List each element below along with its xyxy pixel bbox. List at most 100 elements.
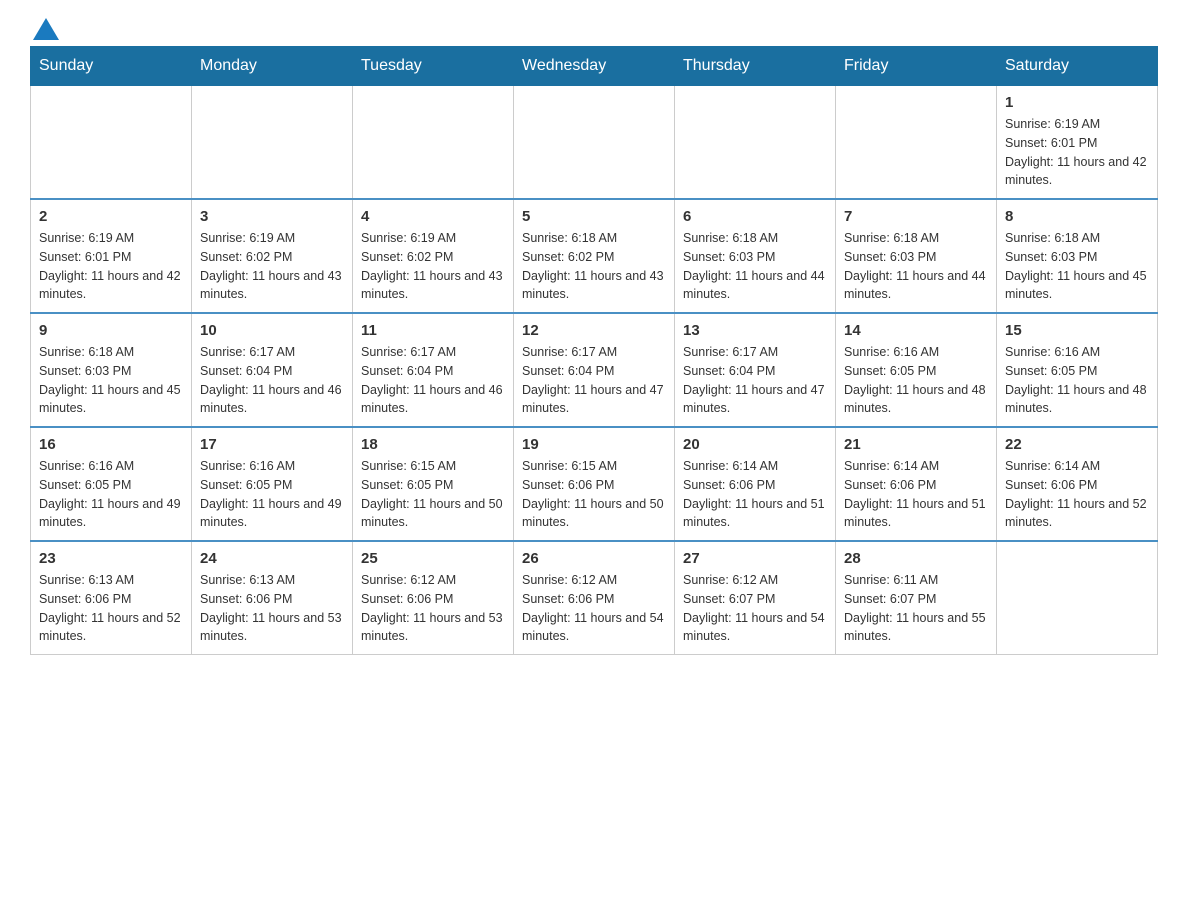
- calendar-day-cell: 1Sunrise: 6:19 AM Sunset: 6:01 PM Daylig…: [997, 86, 1158, 200]
- day-number: 21: [844, 436, 988, 453]
- day-number: 3: [200, 208, 344, 225]
- calendar-day-cell: 7 Sunrise: 6:18 AM Sunset: 6:03 PM Daylig…: [836, 199, 997, 313]
- day-info: Sunrise: 6:12 AM Sunset: 6:06 PM Dayligh…: [522, 571, 666, 646]
- day-number: 8: [1005, 208, 1149, 225]
- calendar-day-cell: 27 Sunrise: 6:12 AM Sunset: 6:07 PM Dayli…: [675, 541, 836, 655]
- calendar-day-cell: 21 Sunrise: 6:14 AM Sunset: 6:06 PM Dayli…: [836, 427, 997, 541]
- day-info: Sunrise: 6:18 AM Sunset: 6:03 PM Dayligh…: [1005, 229, 1149, 304]
- day-info: Sunrise: 6:16 AM Sunset: 6:05 PM Dayligh…: [200, 457, 344, 532]
- day-number: 18: [361, 436, 505, 453]
- day-info: Sunrise: 6:11 AM Sunset: 6:07 PM Dayligh…: [844, 571, 988, 646]
- day-info: Sunrise: 6:16 AM Sunset: 6:05 PM Dayligh…: [844, 343, 988, 418]
- day-info: Sunrise: 6:19 AM Sunset: 6:02 PM Dayligh…: [200, 229, 344, 304]
- day-number: 12: [522, 322, 666, 339]
- day-info: Sunrise: 6:17 AM Sunset: 6:04 PM Dayligh…: [361, 343, 505, 418]
- day-number: 10: [200, 322, 344, 339]
- calendar-day-cell: [353, 86, 514, 200]
- calendar-day-cell: 17 Sunrise: 6:16 AM Sunset: 6:05 PM Dayli…: [192, 427, 353, 541]
- day-number: 19: [522, 436, 666, 453]
- day-number: 22: [1005, 436, 1149, 453]
- calendar-day-cell: [514, 86, 675, 200]
- day-info: Sunrise: 6:17 AM Sunset: 6:04 PM Dayligh…: [200, 343, 344, 418]
- day-info: Sunrise: 6:15 AM Sunset: 6:05 PM Dayligh…: [361, 457, 505, 532]
- day-info: Sunrise: 6:14 AM Sunset: 6:06 PM Dayligh…: [683, 457, 827, 532]
- calendar-table: SundayMondayTuesdayWednesdayThursdayFrid…: [30, 46, 1158, 655]
- page-header: [30, 20, 1158, 36]
- calendar-day-cell: 20 Sunrise: 6:14 AM Sunset: 6:06 PM Dayli…: [675, 427, 836, 541]
- calendar-day-header: Thursday: [675, 47, 836, 86]
- calendar-day-cell: 16 Sunrise: 6:16 AM Sunset: 6:05 PM Dayli…: [31, 427, 192, 541]
- day-number: 28: [844, 550, 988, 567]
- calendar-day-cell: [836, 86, 997, 200]
- day-number: 2: [39, 208, 183, 225]
- calendar-day-header: Saturday: [997, 47, 1158, 86]
- calendar-day-cell: [675, 86, 836, 200]
- day-number: 13: [683, 322, 827, 339]
- calendar-day-cell: 9 Sunrise: 6:18 AM Sunset: 6:03 PM Daylig…: [31, 313, 192, 427]
- calendar-day-cell: 4 Sunrise: 6:19 AM Sunset: 6:02 PM Daylig…: [353, 199, 514, 313]
- calendar-day-cell: 13 Sunrise: 6:17 AM Sunset: 6:04 PM Dayli…: [675, 313, 836, 427]
- calendar-day-cell: [997, 541, 1158, 655]
- day-info: Sunrise: 6:19 AM Sunset: 6:01 PM Dayligh…: [1005, 115, 1149, 190]
- calendar-day-cell: 5Sunrise: 6:18 AM Sunset: 6:02 PM Daylig…: [514, 199, 675, 313]
- calendar-day-cell: 14 Sunrise: 6:16 AM Sunset: 6:05 PM Dayli…: [836, 313, 997, 427]
- calendar-day-header: Sunday: [31, 47, 192, 86]
- calendar-day-cell: 15 Sunrise: 6:16 AM Sunset: 6:05 PM Dayli…: [997, 313, 1158, 427]
- calendar-day-header: Tuesday: [353, 47, 514, 86]
- calendar-day-cell: 23 Sunrise: 6:13 AM Sunset: 6:06 PM Dayli…: [31, 541, 192, 655]
- day-number: 16: [39, 436, 183, 453]
- day-info: Sunrise: 6:16 AM Sunset: 6:05 PM Dayligh…: [1005, 343, 1149, 418]
- day-number: 11: [361, 322, 505, 339]
- calendar-day-cell: 25 Sunrise: 6:12 AM Sunset: 6:06 PM Dayli…: [353, 541, 514, 655]
- day-number: 4: [361, 208, 505, 225]
- day-number: 25: [361, 550, 505, 567]
- day-info: Sunrise: 6:15 AM Sunset: 6:06 PM Dayligh…: [522, 457, 666, 532]
- calendar-day-cell: [31, 86, 192, 200]
- calendar-day-cell: 28 Sunrise: 6:11 AM Sunset: 6:07 PM Dayli…: [836, 541, 997, 655]
- day-number: 17: [200, 436, 344, 453]
- calendar-header-row: SundayMondayTuesdayWednesdayThursdayFrid…: [31, 47, 1158, 86]
- day-number: 6: [683, 208, 827, 225]
- calendar-day-cell: 10 Sunrise: 6:17 AM Sunset: 6:04 PM Dayli…: [192, 313, 353, 427]
- calendar-day-cell: 2 Sunrise: 6:19 AM Sunset: 6:01 PM Daylig…: [31, 199, 192, 313]
- day-number: 24: [200, 550, 344, 567]
- logo-triangle-icon: [33, 18, 59, 40]
- day-number: 15: [1005, 322, 1149, 339]
- day-info: Sunrise: 6:17 AM Sunset: 6:04 PM Dayligh…: [522, 343, 666, 418]
- calendar-day-cell: 8 Sunrise: 6:18 AM Sunset: 6:03 PM Daylig…: [997, 199, 1158, 313]
- calendar-day-cell: [192, 86, 353, 200]
- day-info: Sunrise: 6:18 AM Sunset: 6:03 PM Dayligh…: [683, 229, 827, 304]
- logo: [30, 20, 59, 36]
- calendar-day-cell: 6 Sunrise: 6:18 AM Sunset: 6:03 PM Daylig…: [675, 199, 836, 313]
- calendar-day-header: Wednesday: [514, 47, 675, 86]
- calendar-day-cell: 12 Sunrise: 6:17 AM Sunset: 6:04 PM Dayli…: [514, 313, 675, 427]
- calendar-week-row: 23 Sunrise: 6:13 AM Sunset: 6:06 PM Dayli…: [31, 541, 1158, 655]
- day-number: 7: [844, 208, 988, 225]
- day-info: Sunrise: 6:18 AM Sunset: 6:03 PM Dayligh…: [844, 229, 988, 304]
- day-number: 20: [683, 436, 827, 453]
- day-info: Sunrise: 6:14 AM Sunset: 6:06 PM Dayligh…: [844, 457, 988, 532]
- calendar-day-header: Friday: [836, 47, 997, 86]
- day-info: Sunrise: 6:14 AM Sunset: 6:06 PM Dayligh…: [1005, 457, 1149, 532]
- day-number: 23: [39, 550, 183, 567]
- calendar-week-row: 16 Sunrise: 6:16 AM Sunset: 6:05 PM Dayli…: [31, 427, 1158, 541]
- day-info: Sunrise: 6:12 AM Sunset: 6:07 PM Dayligh…: [683, 571, 827, 646]
- calendar-week-row: 9 Sunrise: 6:18 AM Sunset: 6:03 PM Daylig…: [31, 313, 1158, 427]
- day-info: Sunrise: 6:17 AM Sunset: 6:04 PM Dayligh…: [683, 343, 827, 418]
- day-info: Sunrise: 6:18 AM Sunset: 6:03 PM Dayligh…: [39, 343, 183, 418]
- day-number: 27: [683, 550, 827, 567]
- day-info: Sunrise: 6:19 AM Sunset: 6:01 PM Dayligh…: [39, 229, 183, 304]
- day-number: 9: [39, 322, 183, 339]
- calendar-day-cell: 18 Sunrise: 6:15 AM Sunset: 6:05 PM Dayli…: [353, 427, 514, 541]
- calendar-week-row: 2 Sunrise: 6:19 AM Sunset: 6:01 PM Daylig…: [31, 199, 1158, 313]
- calendar-day-cell: 24Sunrise: 6:13 AM Sunset: 6:06 PM Dayli…: [192, 541, 353, 655]
- day-info: Sunrise: 6:19 AM Sunset: 6:02 PM Dayligh…: [361, 229, 505, 304]
- day-info: Sunrise: 6:18 AM Sunset: 6:02 PM Dayligh…: [522, 229, 666, 304]
- day-info: Sunrise: 6:12 AM Sunset: 6:06 PM Dayligh…: [361, 571, 505, 646]
- day-info: Sunrise: 6:16 AM Sunset: 6:05 PM Dayligh…: [39, 457, 183, 532]
- day-number: 14: [844, 322, 988, 339]
- day-info: Sunrise: 6:13 AM Sunset: 6:06 PM Dayligh…: [39, 571, 183, 646]
- day-number: 26: [522, 550, 666, 567]
- calendar-week-row: 1Sunrise: 6:19 AM Sunset: 6:01 PM Daylig…: [31, 86, 1158, 200]
- calendar-day-cell: 26 Sunrise: 6:12 AM Sunset: 6:06 PM Dayli…: [514, 541, 675, 655]
